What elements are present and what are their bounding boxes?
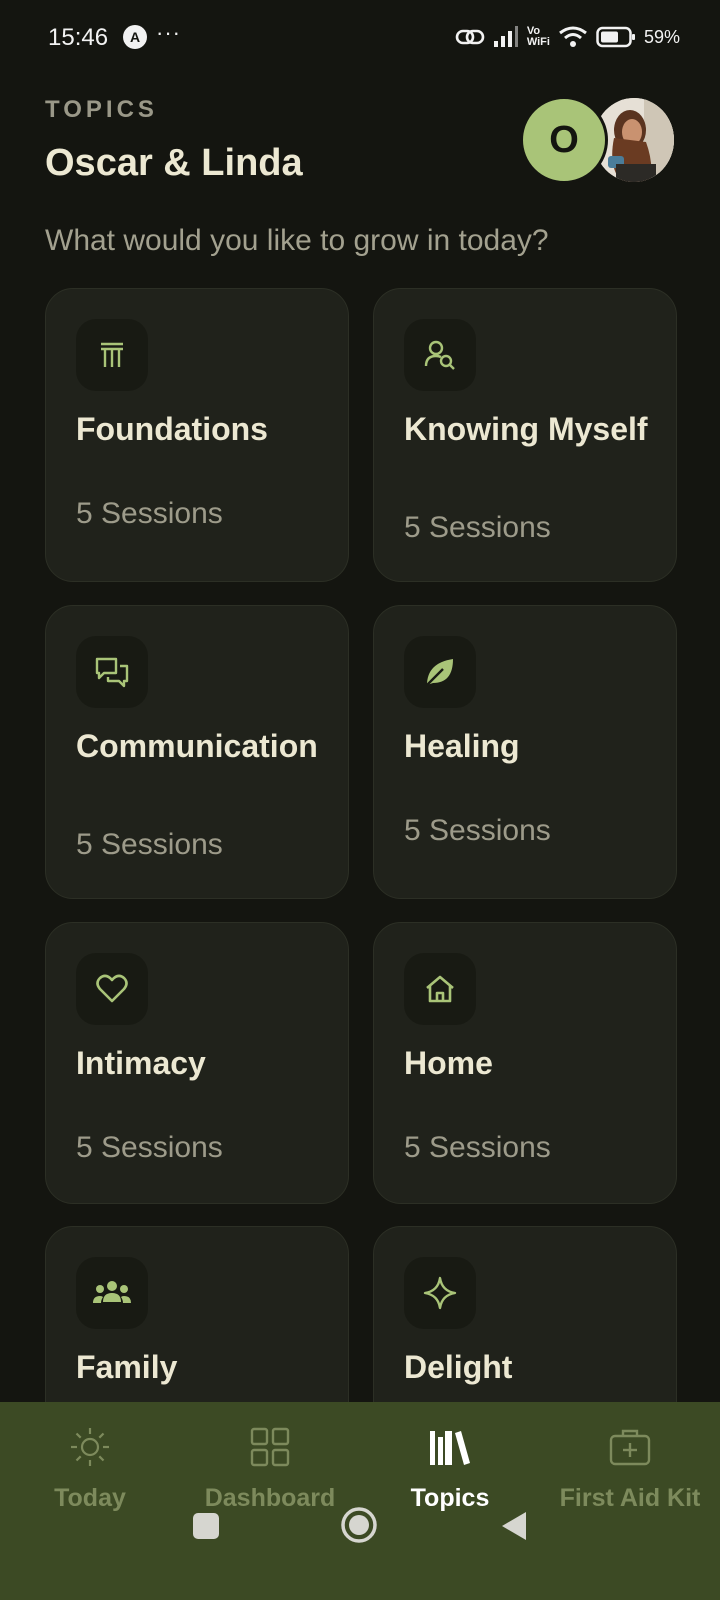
topic-title: Communication	[76, 728, 318, 764]
status-bar: 15:46 A ··· Vo WiFi 59%	[0, 0, 720, 72]
sparkle-icon	[404, 1257, 476, 1329]
topic-card-foundations[interactable]: Foundations 5 Sessions	[45, 288, 349, 582]
topic-sessions: 5 Sessions	[76, 828, 223, 861]
columns-icon	[76, 319, 148, 391]
topic-sessions: 5 Sessions	[404, 1131, 551, 1164]
avatar-initial[interactable]: O	[520, 96, 608, 184]
section-eyebrow: TOPICS	[45, 96, 158, 123]
recents-button[interactable]	[192, 1512, 220, 1540]
topic-title: Knowing Myself	[404, 411, 648, 447]
signal-icon	[493, 26, 518, 47]
avatar-group[interactable]: O	[520, 96, 680, 186]
topic-title: Intimacy	[76, 1045, 206, 1081]
topic-card-knowing-myself[interactable]: Knowing Myself 5 Sessions	[373, 288, 677, 582]
vowifi-bottom-label: WiFi	[526, 36, 550, 48]
page-title: Oscar & Linda	[45, 142, 303, 184]
topic-sessions: 5 Sessions	[404, 511, 551, 544]
topic-sessions: 5 Sessions	[76, 497, 223, 530]
topic-title: Healing	[404, 728, 520, 764]
more-notifications-icon: ···	[156, 20, 181, 45]
vowifi-icon: Vo WiFi	[527, 26, 550, 48]
topic-card-home[interactable]: Home 5 Sessions	[373, 922, 677, 1204]
app-indicator-icon: A	[123, 25, 147, 49]
wifi-icon	[559, 26, 587, 47]
topic-title: Foundations	[76, 411, 268, 447]
group-icon	[76, 1257, 148, 1329]
topic-sessions: 5 Sessions	[404, 814, 551, 847]
heart-icon	[76, 953, 148, 1025]
home-icon	[404, 953, 476, 1025]
books-icon	[430, 1431, 470, 1465]
back-button[interactable]	[500, 1510, 528, 1542]
chat-bubbles-icon	[76, 636, 148, 708]
home-button[interactable]	[340, 1506, 378, 1544]
topic-title: Family	[76, 1349, 178, 1385]
status-time: 15:46	[48, 24, 109, 51]
link-icon	[455, 29, 485, 45]
topic-card-healing[interactable]: Healing 5 Sessions	[373, 605, 677, 899]
first-aid-kit-icon	[609, 1429, 651, 1466]
battery-icon	[596, 26, 635, 48]
grid-icon	[250, 1427, 290, 1467]
topic-title: Home	[404, 1045, 493, 1081]
page-prompt: What would you like to grow in today?	[45, 224, 549, 257]
topic-title: Delight	[404, 1349, 513, 1385]
battery-percent: 59%	[643, 26, 680, 47]
sun-icon	[71, 1428, 109, 1466]
system-nav-bar	[0, 1500, 720, 1600]
leaf-icon	[404, 636, 476, 708]
topic-sessions: 5 Sessions	[76, 1131, 223, 1164]
topic-card-communication[interactable]: Communication 5 Sessions	[45, 605, 349, 899]
person-search-icon	[404, 319, 476, 391]
topic-card-intimacy[interactable]: Intimacy 5 Sessions	[45, 922, 349, 1204]
